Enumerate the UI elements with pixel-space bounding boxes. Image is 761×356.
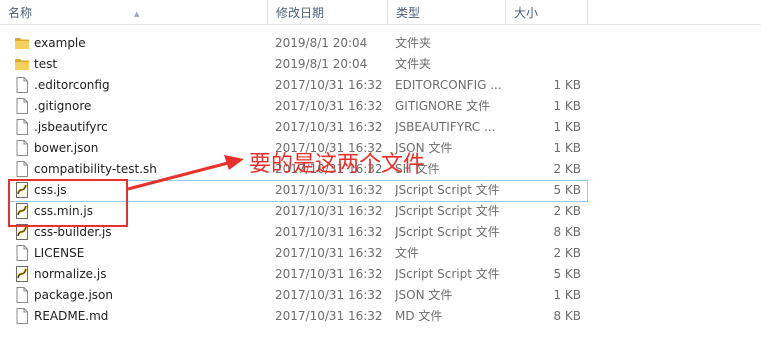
annotation-arrow (127, 155, 244, 191)
annotation-text: 要的是这两个文件 (249, 152, 426, 177)
